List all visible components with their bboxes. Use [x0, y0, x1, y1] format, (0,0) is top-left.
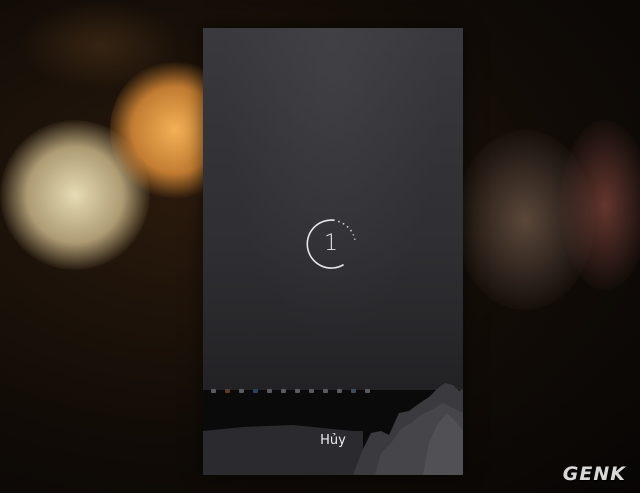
app-icon	[351, 389, 356, 393]
photo-background: 1 Hủy GENK	[0, 0, 640, 493]
app-icon	[337, 389, 342, 393]
app-icon	[281, 389, 286, 393]
countdown-timer: 1	[303, 216, 359, 272]
app-icon	[323, 389, 328, 393]
app-icon	[239, 389, 244, 393]
app-dock	[203, 384, 463, 398]
bokeh-light	[560, 120, 640, 290]
app-icon	[295, 389, 300, 393]
countdown-number: 1	[324, 231, 338, 256]
app-icon	[211, 389, 216, 393]
mountain-silhouette	[203, 383, 463, 475]
app-icon	[267, 389, 272, 393]
genk-logo: GENK	[562, 463, 626, 485]
phone-screen: 1 Hủy	[203, 28, 463, 475]
app-icon	[365, 389, 370, 393]
cancel-button[interactable]: Hủy	[203, 433, 463, 448]
app-icon	[309, 389, 314, 393]
app-icon	[253, 389, 258, 393]
app-icon	[225, 389, 230, 393]
